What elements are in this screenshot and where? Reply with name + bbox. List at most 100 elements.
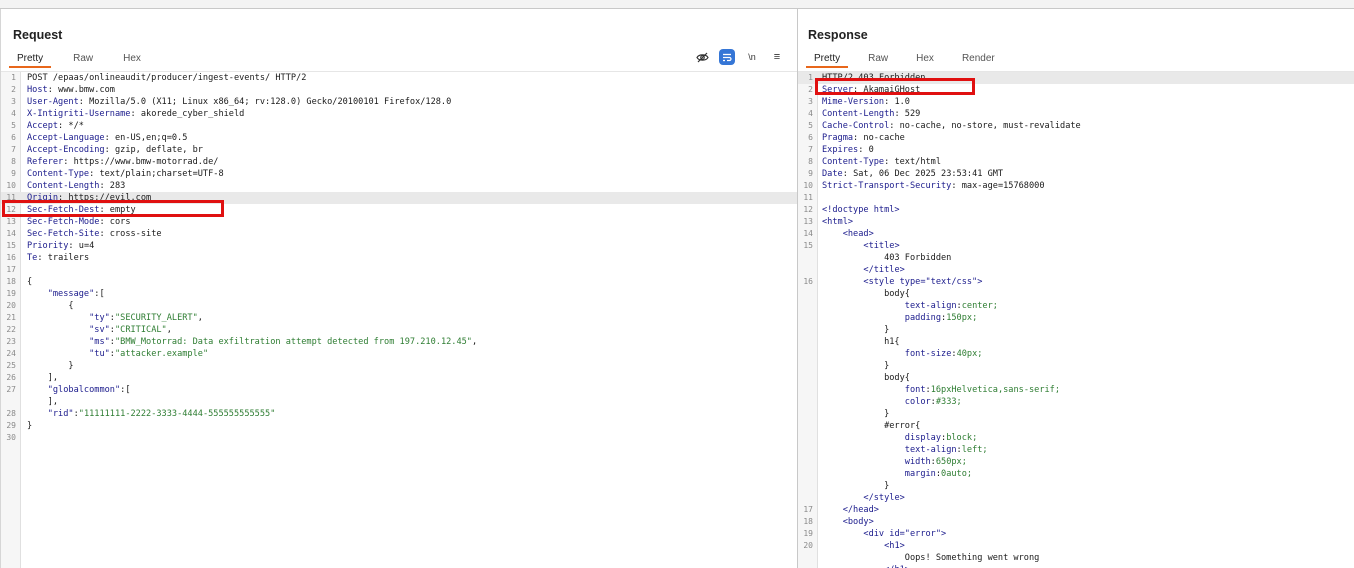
header-name: Content-Length [822,109,895,119]
wrap-lines-icon[interactable] [719,49,735,65]
code-line: 4 X-Intigriti-Username: akorede_cyber_shi… [1,108,797,120]
line-number: 8 [808,157,813,166]
line-text: Accept: */* [27,121,84,131]
code-line: 13 Sec-Fetch-Mode: cors [1,216,797,228]
line-text: User-Agent: Mozilla/5.0 (X11; Linux x86_… [27,97,452,107]
code-line: </style> [798,492,1354,504]
request-pane: Request Pretty Raw Hex \n ≡ 1 POST /epaas… [0,9,797,568]
line-text: </head> [822,504,879,516]
code-text: { [27,277,33,287]
header-value: 529 [899,109,921,119]
request-editor[interactable]: 1 POST /epaas/onlineaudit/producer/ingest… [1,72,797,568]
html-tag: </title> [863,265,905,275]
header-value: cross-site [104,229,162,239]
code-line: 16 Te: trailers [1,252,797,264]
line-text: <!doctype html> [822,204,900,216]
line-text: font:16pxHelvetica,sans-serif; [904,385,1061,395]
code-line: } [798,360,1354,372]
line-text: <style type="text/css"> [822,276,982,288]
html-tag: <style type="text/css"> [863,277,983,287]
code-line: margin:0auto; [798,468,1354,480]
header-value: text/html [889,157,942,167]
line-text: Te: trailers [27,253,90,263]
json-punct: :[ [120,385,131,395]
json-key: "ty" [89,313,110,323]
code-line: 30 [1,432,797,444]
line-number: 18 [803,517,813,526]
response-editor[interactable]: 1 HTTP/2 403 Forbidden 2 Server: AkamaiGHos… [798,72,1354,568]
header-name: Accept [27,121,59,131]
line-number: 14 [803,229,813,238]
code-text: } [822,325,890,335]
menu-icon[interactable]: ≡ [769,49,785,65]
line-number: 4 [11,109,16,118]
line-number: 3 [11,97,16,106]
line-text: } [27,420,32,432]
line-number: 13 [803,217,813,226]
code-line: </title> [798,264,1354,276]
header-value: www.bmw.com [52,85,115,95]
line-text: Content-Type: text/html [822,157,942,167]
code-text: Oops! Something went wrong [822,553,1040,563]
line-text: Oops! Something went wrong [822,552,1040,564]
code-line: font-size:40px; [798,348,1354,360]
line-text: } [27,360,73,372]
line-text: body{ [822,288,910,300]
header-name: Referer [27,157,64,167]
line-text: h1{ [822,336,900,348]
code-line: 18 { [1,276,797,288]
line-text: margin:0auto; [904,469,973,479]
code-line: 22 "sv":"CRITICAL", [1,324,797,336]
code-line: 14 <head> [798,228,1354,240]
json-key: "globalcommon" [47,385,121,395]
line-text: <html> [822,216,853,228]
line-number: 3 [808,97,813,106]
json-punct: :[ [94,289,105,299]
line-number: 17 [803,505,813,514]
code-line: 6 Pragma: no-cache [798,132,1354,144]
line-text: <title> [822,240,899,252]
line-text: text-align:left; [904,445,988,455]
code-line: 15 <title> [798,240,1354,252]
code-line: 23 "ms":"BMW_Motorrad: Data exfiltration… [1,336,797,348]
code-line: 3 User-Agent: Mozilla/5.0 (X11; Linux x86… [1,96,797,108]
line-number: 18 [6,277,16,286]
code-line: 17 </head> [798,504,1354,516]
json-key: "message" [47,289,95,299]
code-line: 3 Mime-Version: 1.0 [798,96,1354,108]
header-value: trailers [42,253,90,263]
line-number: 20 [6,301,16,310]
html-tag: <!doctype html> [822,205,900,215]
code-line: 4 Content-Length: 529 [798,108,1354,120]
newline-toggle-icon[interactable]: \n [744,49,760,65]
code-line: font:16pxHelvetica,sans-serif; [798,384,1354,396]
line-number: 21 [6,313,16,322]
code-text: } [27,421,33,431]
header-name: Cache-Control [822,121,890,131]
css-value: block; [946,433,978,443]
code-line: 19 "message":[ [1,288,797,300]
line-text: <h1> [822,540,905,552]
line-number: 16 [6,253,16,262]
header-name: Date [822,169,843,179]
line-number: 7 [11,145,16,154]
css-value: 16pxHelvetica,sans-serif; [930,385,1061,395]
code-line: width:650px; [798,456,1354,468]
line-text: Content-Length: 283 [27,181,126,191]
code-line: 29} [1,420,797,432]
line-number: 15 [6,241,16,250]
line-number: 30 [6,433,16,442]
code-line: } [798,480,1354,492]
code-line: 11 [798,192,1354,204]
eye-slash-icon[interactable] [694,49,710,65]
code-line: 11 Origin: https://evil.com [1,192,797,204]
line-number: 9 [11,169,16,178]
header-name: Mime-Version [822,97,885,107]
line-text: Content-Type: text/plain;charset=UTF-8 [27,169,224,179]
code-line: 27 "globalcommon":[ [1,384,797,396]
code-line: 18 <body> [798,516,1354,528]
response-code: 1 HTTP/2 403 Forbidden 2 Server: AkamaiGHos… [798,72,1354,568]
code-line: ], [1,396,797,408]
line-text: color:#333; [904,397,962,407]
line-number: 20 [803,541,813,550]
